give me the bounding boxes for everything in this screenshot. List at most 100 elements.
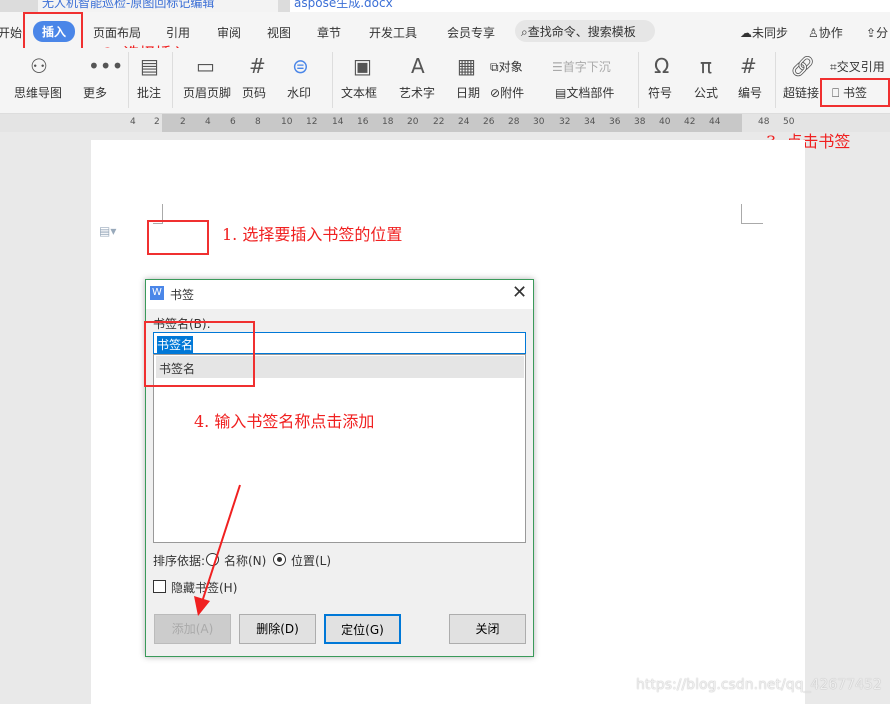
textbox-button[interactable]: 文本框: [341, 84, 377, 101]
ruler-tick: 36: [609, 117, 621, 127]
annotation-step-4: 4. 输入书签名称点击添加: [194, 412, 375, 431]
menu-page-layout[interactable]: 页面布局: [93, 24, 141, 41]
textbox-icon: ▣: [353, 54, 372, 78]
menu-developer[interactable]: 开发工具: [369, 24, 417, 41]
ruler-tick: 32: [559, 117, 571, 127]
ruler-tick: 8: [255, 117, 261, 127]
ruler-tick: 20: [407, 117, 419, 127]
attachment-button[interactable]: ⊘附件: [490, 84, 524, 101]
share-label: 分: [876, 26, 889, 40]
symbol-icon: Ω: [654, 54, 670, 78]
search-placeholder: 查找命令、搜索模板: [527, 25, 636, 39]
hyperlink-button[interactable]: 超链接: [783, 84, 819, 101]
menu-view[interactable]: 视图: [267, 24, 291, 41]
annotation-box-name: [144, 321, 255, 387]
annotation-arrow: [194, 484, 241, 616]
annotation-step-1: 1. 选择要插入书签的位置: [222, 225, 403, 244]
close-icon[interactable]: ✕: [512, 282, 527, 303]
formula-button[interactable]: 公式: [694, 84, 718, 101]
wps-logo-icon: W: [150, 286, 164, 300]
ruler-tick: 42: [684, 117, 696, 127]
more-icon: •••: [88, 54, 124, 78]
page-number-icon: #: [249, 54, 266, 78]
menu-review[interactable]: 审阅: [217, 24, 241, 41]
sync-status[interactable]: ☁未同步: [740, 24, 788, 41]
numbering-icon: #: [740, 54, 757, 78]
hide-bookmarks-checkbox[interactable]: [153, 580, 166, 593]
mindmap-button[interactable]: 思维导图: [14, 84, 62, 101]
ruler-tick: 26: [483, 117, 495, 127]
header-footer-icon: ▭: [196, 54, 215, 78]
dialog-titlebar: W 书签 ✕: [146, 280, 533, 309]
tab-label: aspose生成.docx: [294, 0, 393, 10]
close-button[interactable]: 关闭: [449, 614, 526, 644]
document-tab-active[interactable]: aspose生成.docx: [290, 0, 890, 12]
ruler-tick: 34: [584, 117, 596, 127]
date-icon: ▦: [457, 54, 476, 78]
ribbon-toolbar: ⚇ 思维导图 ••• 更多 ▤ 批注 ▭ 页眉页脚 # 页码 ⊜ 水印 ▣ 文本…: [0, 48, 890, 114]
cross-reference-button[interactable]: ⌗交叉引用: [830, 58, 885, 75]
ruler-tick: 16: [357, 117, 369, 127]
delete-button[interactable]: 删除(D): [239, 614, 316, 644]
comment-icon: ▤: [140, 54, 159, 78]
object-label: 对象: [498, 60, 523, 74]
ruler-tick: 50: [783, 117, 795, 127]
doc-parts-label: 文档部件: [566, 86, 615, 100]
search-box[interactable]: ⌕查找命令、搜索模板: [515, 20, 655, 42]
date-button[interactable]: 日期: [456, 84, 480, 101]
page-number-button[interactable]: 页码: [242, 84, 266, 101]
document-tab-bar: 无人机智能巡检-原图回标记编辑 aspose生成.docx: [0, 0, 890, 12]
numbering-button[interactable]: 编号: [738, 84, 762, 101]
more-button[interactable]: 更多: [83, 84, 107, 101]
document-tab[interactable]: 无人机智能巡检-原图回标记编辑: [38, 0, 278, 12]
comment-button[interactable]: 批注: [137, 84, 161, 101]
ruler-tick: 22: [433, 117, 445, 127]
symbol-button[interactable]: 符号: [648, 84, 672, 101]
hyperlink-icon: 🔗︎: [790, 54, 816, 78]
menu-chapter[interactable]: 章节: [317, 24, 341, 41]
tab-label: 无人机智能巡检-原图回标记编辑: [42, 0, 215, 10]
sort-by-position-label[interactable]: 位置(L): [291, 552, 331, 569]
ruler-tick: 4: [205, 117, 211, 127]
sync-label: 未同步: [752, 26, 789, 40]
ruler-tick: 48: [758, 117, 770, 127]
collaborate-button[interactable]: ♙协作: [808, 24, 843, 41]
search-icon: ⌕: [521, 25, 528, 39]
wordart-button[interactable]: 艺术字: [399, 84, 435, 101]
mindmap-icon: ⚇: [30, 54, 48, 78]
ruler-tick: 2: [180, 117, 186, 127]
annotation-box-position: [147, 220, 209, 255]
ruler: 4 2 2 4 6 8 10 12 14 16 18 20 22 24 26 28 30 32 34 36 38 40 42…: [0, 114, 890, 132]
doc-parts-button[interactable]: ▤文档部件: [555, 84, 614, 101]
cross-reference-label: 交叉引用: [836, 60, 885, 74]
ruler-tick: 18: [382, 117, 394, 127]
menu-member[interactable]: 会员专享: [447, 24, 495, 41]
goto-button[interactable]: 定位(G): [324, 614, 401, 644]
ruler-tick: 10: [281, 117, 293, 127]
watermark-icon: ⊜: [292, 54, 309, 78]
ruler-tick: 24: [458, 117, 470, 127]
ruler-tick: 6: [230, 117, 236, 127]
sort-by-position-radio[interactable]: [273, 553, 286, 566]
paragraph-icon[interactable]: ▤▾: [99, 224, 116, 238]
object-button[interactable]: ⧉对象: [490, 58, 523, 75]
share-button[interactable]: ⇪分: [866, 24, 888, 41]
ruler-tick: 4: [130, 117, 136, 127]
ruler-tick: 2: [154, 117, 160, 127]
annotation-box-bookmark: [820, 78, 890, 107]
header-footer-button[interactable]: 页眉页脚: [183, 84, 231, 101]
menu-references[interactable]: 引用: [166, 24, 190, 41]
collaborate-label: 协作: [818, 26, 843, 40]
drop-cap-button[interactable]: ☰首字下沉: [552, 58, 611, 75]
ruler-tick: 38: [634, 117, 646, 127]
ruler-tick: 40: [659, 117, 671, 127]
watermark-button[interactable]: 水印: [287, 84, 311, 101]
attachment-label: 附件: [500, 86, 525, 100]
formula-icon: π: [700, 54, 713, 78]
ruler-tick: 12: [306, 117, 318, 127]
ruler-tick: 14: [332, 117, 344, 127]
drop-cap-label: 首字下沉: [562, 60, 611, 74]
dialog-title: 书签: [170, 288, 195, 302]
menu-home[interactable]: 开始: [0, 24, 22, 41]
ruler-tick: 44: [709, 117, 721, 127]
